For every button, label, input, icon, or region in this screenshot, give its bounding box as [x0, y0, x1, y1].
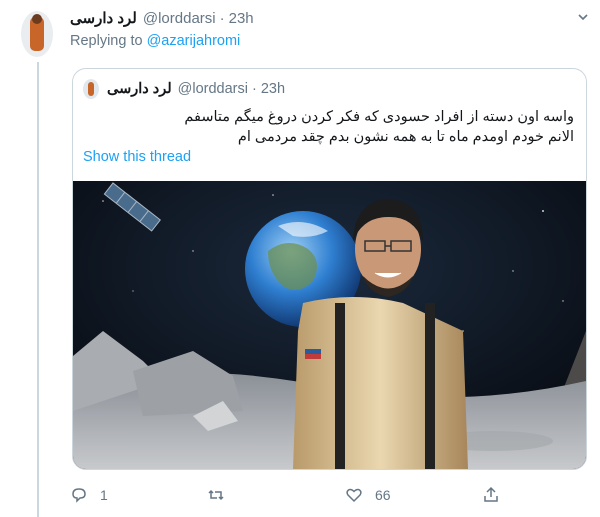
- share-action[interactable]: [482, 486, 500, 504]
- tweet-actions: 1 66: [70, 486, 510, 506]
- separator: ·: [219, 10, 225, 27]
- tweet-header: لرد دارسی @lorddarsi · 23h: [70, 9, 254, 27]
- retweet-icon[interactable]: [207, 486, 225, 504]
- replying-prefix: Replying to: [70, 33, 147, 49]
- quoted-display-name: لرد دارسی: [107, 81, 172, 97]
- replying-to: Replying to @azarijahromi: [70, 33, 240, 49]
- caret-down-icon[interactable]: [578, 12, 588, 22]
- replying-handle-link[interactable]: @azarijahromi: [147, 33, 241, 49]
- reply-count: 1: [100, 487, 108, 503]
- share-icon[interactable]: [482, 486, 500, 504]
- timestamp[interactable]: 23h: [229, 10, 254, 27]
- reply-action[interactable]: 1: [70, 486, 108, 504]
- quoted-tweet-header: لرد دارسی @lorddarsi · 23h: [83, 79, 285, 99]
- avatar[interactable]: [21, 11, 53, 57]
- quoted-avatar: [83, 79, 99, 99]
- reply-icon[interactable]: [70, 486, 88, 504]
- quoted-timestamp: 23h: [260, 81, 286, 97]
- quoted-text-line-1: واسه اون دسته از افراد حسودی که فکر کردن…: [184, 109, 574, 125]
- retweet-action[interactable]: [207, 486, 237, 504]
- thread-line: [37, 62, 39, 517]
- moon-photo[interactable]: [73, 181, 586, 469]
- like-count: 66: [375, 487, 391, 503]
- handle[interactable]: @lorddarsi: [143, 10, 216, 27]
- quoted-tweet-text: واسه اون دسته از افراد حسودی که فکر کردن…: [94, 107, 574, 147]
- quoted-separator: ·: [251, 81, 257, 97]
- quoted-text-line-2: الانم خودم اومدم ماه تا به همه نشون بدم …: [237, 129, 574, 145]
- show-thread-link[interactable]: Show this thread: [83, 149, 191, 165]
- quoted-tweet[interactable]: لرد دارسی @lorddarsi · 23h واسه اون دسته…: [72, 68, 587, 470]
- quoted-handle: @lorddarsi: [177, 81, 248, 97]
- like-icon[interactable]: [345, 486, 363, 504]
- like-action[interactable]: 66: [345, 486, 391, 504]
- display-name[interactable]: لرد دارسی: [70, 9, 137, 27]
